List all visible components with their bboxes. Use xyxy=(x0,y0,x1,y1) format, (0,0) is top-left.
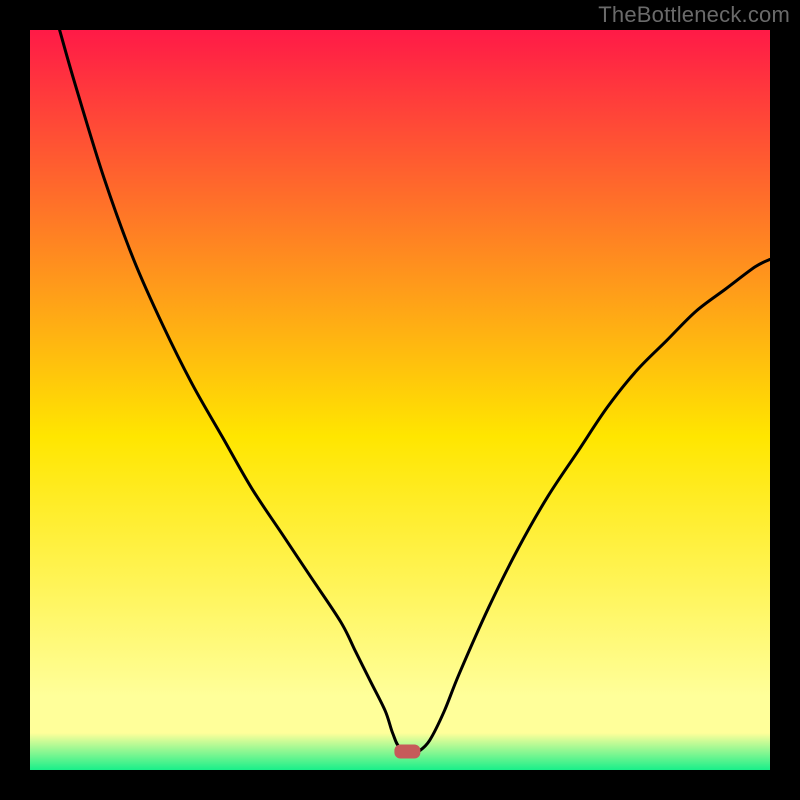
sweet-spot-marker xyxy=(394,745,420,759)
chart-frame: TheBottleneck.com xyxy=(0,0,800,800)
bottleneck-plot xyxy=(30,30,770,770)
watermark-label: TheBottleneck.com xyxy=(598,2,790,28)
plot-background xyxy=(30,30,770,770)
